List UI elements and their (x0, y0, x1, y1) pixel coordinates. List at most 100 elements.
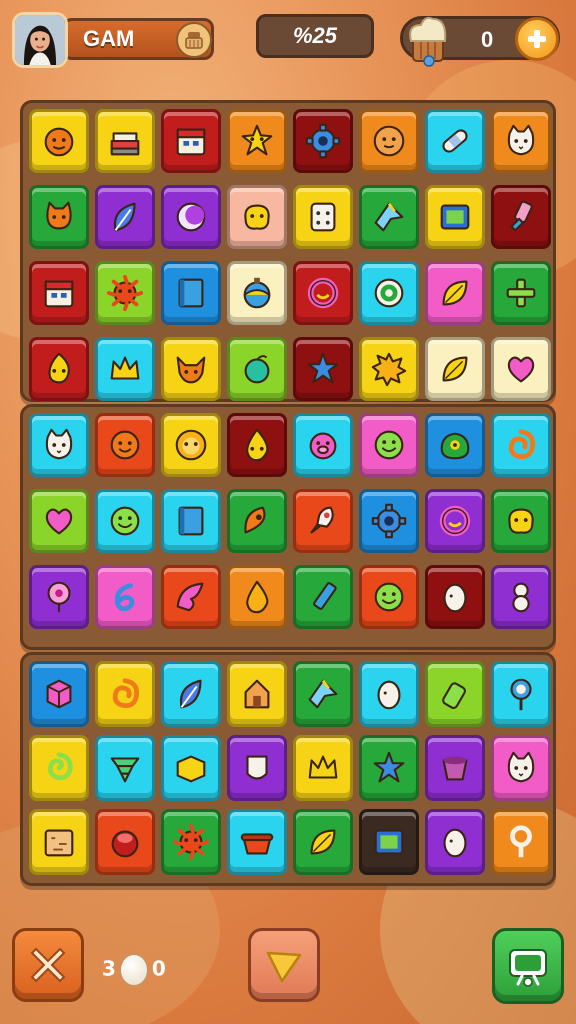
tile[interactable] (95, 809, 155, 875)
tile[interactable] (491, 489, 551, 553)
tile[interactable] (425, 185, 485, 249)
tile[interactable] (227, 735, 287, 801)
player-avatar[interactable] (12, 12, 68, 68)
tile[interactable] (425, 413, 485, 477)
tile[interactable] (359, 735, 419, 801)
tile[interactable] (425, 261, 485, 325)
tile[interactable] (227, 661, 287, 727)
tile[interactable] (227, 809, 287, 875)
tile[interactable] (95, 261, 155, 325)
tile[interactable] (161, 109, 221, 173)
tile[interactable] (293, 185, 353, 249)
tile[interactable] (95, 661, 155, 727)
tile[interactable] (491, 337, 551, 401)
tile[interactable] (491, 661, 551, 727)
tile[interactable] (425, 109, 485, 173)
tile[interactable] (95, 565, 155, 629)
tile[interactable] (359, 337, 419, 401)
counter-right-value: 0 (151, 956, 166, 981)
tile[interactable] (227, 109, 287, 173)
pencil-icon (313, 582, 337, 610)
tile[interactable] (359, 809, 419, 875)
tile[interactable] (29, 413, 89, 477)
tile[interactable] (227, 261, 287, 325)
tile[interactable] (161, 489, 221, 553)
tile[interactable] (161, 661, 221, 727)
watch-video-button[interactable] (492, 928, 564, 1004)
tile[interactable] (95, 185, 155, 249)
sun-face-icon (172, 823, 210, 861)
add-currency-button[interactable] (515, 17, 559, 61)
tile-grid (29, 109, 553, 401)
tile[interactable] (359, 185, 419, 249)
tile[interactable] (227, 565, 287, 629)
tile[interactable] (161, 565, 221, 629)
tile[interactable] (95, 109, 155, 173)
tile[interactable] (95, 337, 155, 401)
book-icon (178, 278, 204, 308)
tile[interactable] (293, 565, 353, 629)
tile[interactable] (425, 489, 485, 553)
tile[interactable] (491, 109, 551, 173)
tile-board-middle (20, 404, 556, 650)
tile[interactable] (161, 413, 221, 477)
play-button[interactable] (248, 928, 320, 1002)
tile[interactable] (425, 337, 485, 401)
tile[interactable] (293, 809, 353, 875)
tile[interactable] (491, 261, 551, 325)
tile[interactable] (29, 809, 89, 875)
tile[interactable] (359, 565, 419, 629)
leaf-icon (442, 356, 468, 382)
tile[interactable] (161, 185, 221, 249)
tile[interactable] (491, 809, 551, 875)
tile[interactable] (161, 337, 221, 401)
tile[interactable] (491, 413, 551, 477)
key-icon (510, 825, 532, 858)
tile[interactable] (227, 489, 287, 553)
tile[interactable] (293, 109, 353, 173)
tile[interactable] (95, 413, 155, 477)
tile[interactable] (293, 661, 353, 727)
cup-icon (442, 756, 468, 781)
tile[interactable] (227, 337, 287, 401)
broom-button[interactable] (176, 22, 212, 58)
tile[interactable] (161, 735, 221, 801)
tile[interactable] (425, 809, 485, 875)
tile[interactable] (293, 261, 353, 325)
tile[interactable] (359, 413, 419, 477)
tile[interactable] (227, 185, 287, 249)
tile[interactable] (293, 337, 353, 401)
tile[interactable] (161, 261, 221, 325)
leaf-icon (442, 280, 468, 306)
pot-icon (240, 833, 274, 855)
tile[interactable] (491, 185, 551, 249)
tile[interactable] (359, 489, 419, 553)
eight-icon (512, 582, 530, 613)
tile[interactable] (227, 413, 287, 477)
tile[interactable] (29, 261, 89, 325)
tile[interactable] (29, 185, 89, 249)
tile[interactable] (29, 735, 89, 801)
tile[interactable] (491, 735, 551, 801)
tile[interactable] (95, 735, 155, 801)
bird-icon (308, 679, 338, 709)
tile[interactable] (95, 489, 155, 553)
close-button[interactable] (12, 928, 84, 1002)
tile[interactable] (29, 337, 89, 401)
tile[interactable] (359, 261, 419, 325)
counter-left-value: 3 (102, 956, 116, 981)
tile[interactable] (293, 489, 353, 553)
tile[interactable] (161, 809, 221, 875)
tile[interactable] (29, 565, 89, 629)
tile[interactable] (491, 565, 551, 629)
tile[interactable] (425, 565, 485, 629)
tile[interactable] (29, 109, 89, 173)
tile[interactable] (29, 661, 89, 727)
tile[interactable] (359, 661, 419, 727)
tile[interactable] (425, 735, 485, 801)
tile[interactable] (293, 413, 353, 477)
tile[interactable] (293, 735, 353, 801)
tile[interactable] (359, 109, 419, 173)
tile[interactable] (29, 489, 89, 553)
tile[interactable] (425, 661, 485, 727)
